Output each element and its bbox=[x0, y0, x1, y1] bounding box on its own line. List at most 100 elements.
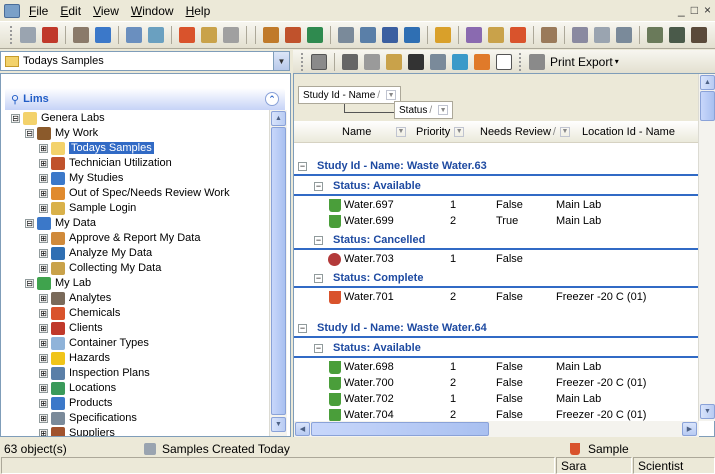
tube-icon[interactable] bbox=[616, 27, 632, 43]
toolbar-grip[interactable] bbox=[519, 52, 522, 71]
chevron-down-icon[interactable]: ▾ bbox=[615, 57, 619, 66]
window-icon[interactable] bbox=[404, 27, 420, 43]
beaker-icon[interactable] bbox=[669, 27, 685, 43]
column-name-filter[interactable]: ▼ bbox=[392, 126, 406, 137]
tree-item[interactable]: ⊞ Analyze My Data bbox=[39, 245, 152, 261]
tree-item[interactable]: ⊞ Chemicals bbox=[39, 305, 120, 321]
paste-icon[interactable] bbox=[386, 53, 402, 70]
chevron-down-icon[interactable]: ▼ bbox=[438, 105, 449, 115]
grid-horizontal-scrollbar[interactable]: ◀ ▶ bbox=[294, 421, 699, 437]
menu-window[interactable]: Window bbox=[125, 4, 180, 18]
sample-icon[interactable] bbox=[510, 27, 526, 43]
collapse-group-icon[interactable]: − bbox=[314, 273, 323, 283]
wizard-icon[interactable] bbox=[201, 27, 217, 43]
print-icon[interactable] bbox=[529, 53, 545, 70]
column-name[interactable]: Name bbox=[342, 126, 371, 138]
tree-item[interactable]: ⊞ Out of Spec/Needs Review Work bbox=[39, 185, 230, 201]
tree-expander-icon[interactable]: ⊞ bbox=[39, 173, 48, 183]
home-icon[interactable] bbox=[307, 27, 323, 43]
tree-expander-icon[interactable]: ⊞ bbox=[39, 323, 48, 333]
close-button[interactable]: × bbox=[704, 3, 711, 17]
tools-icon[interactable] bbox=[179, 27, 195, 43]
bottle-icon[interactable] bbox=[691, 27, 707, 43]
scroll-thumb[interactable] bbox=[700, 91, 715, 121]
monitor-icon[interactable] bbox=[382, 27, 398, 43]
tree-item[interactable]: ⊞ Todays Samples bbox=[39, 140, 154, 156]
cut-icon[interactable] bbox=[342, 53, 358, 70]
tree-expander-icon[interactable]: ⊟ bbox=[11, 113, 20, 123]
user-icon[interactable] bbox=[285, 27, 301, 43]
status-group-header[interactable]: − Status: Available bbox=[294, 340, 699, 358]
tile-view-icon[interactable] bbox=[496, 53, 512, 70]
tree-item[interactable]: ⊞ Technician Utilization bbox=[39, 155, 172, 171]
table-row[interactable]: Water.700 2 False Freezer -20 C (01) bbox=[294, 376, 699, 392]
tree-item[interactable]: ⊞ Analytes bbox=[39, 290, 111, 306]
scroll-up-icon[interactable]: ▲ bbox=[271, 111, 286, 126]
scroll-thumb[interactable] bbox=[271, 127, 286, 415]
menu-help[interactable]: Help bbox=[180, 4, 217, 18]
tree-item[interactable]: ⊞ Sample Login bbox=[39, 200, 136, 216]
tree-expander-icon[interactable]: ⊞ bbox=[39, 248, 48, 258]
collapse-group-icon[interactable]: − bbox=[298, 323, 307, 333]
chevron-down-icon[interactable]: ▼ bbox=[454, 126, 465, 137]
tree-item[interactable]: ⊞ Collecting My Data bbox=[39, 260, 161, 276]
tree-expander-icon[interactable]: ⊞ bbox=[39, 263, 48, 273]
chevron-down-icon[interactable]: ▼ bbox=[386, 90, 397, 100]
tree-expander-icon[interactable]: ⊞ bbox=[39, 188, 48, 198]
tree-item[interactable]: ⊟ My Work bbox=[25, 125, 98, 141]
print-icon[interactable] bbox=[223, 27, 239, 43]
tree-expander-icon[interactable]: ⊞ bbox=[39, 353, 48, 363]
collapse-group-icon[interactable]: − bbox=[298, 161, 307, 171]
table-row[interactable]: Water.699 2 True Main Lab bbox=[294, 214, 699, 230]
collapse-group-icon[interactable]: − bbox=[314, 343, 323, 353]
tree-item[interactable]: ⊞ My Studies bbox=[39, 170, 123, 186]
report-icon[interactable] bbox=[338, 27, 354, 43]
menu-edit[interactable]: Edit bbox=[54, 4, 87, 18]
rack-icon[interactable] bbox=[647, 27, 663, 43]
table-row[interactable]: Water.703 1 False bbox=[294, 252, 699, 268]
location-combobox[interactable]: Todays Samples ▼ bbox=[0, 51, 290, 71]
lims-panel-header[interactable]: ⚲ Lims ⌃ bbox=[5, 88, 285, 110]
table-row[interactable]: Water.704 2 False Freezer -20 C (01) bbox=[294, 408, 699, 422]
properties-icon[interactable] bbox=[430, 53, 446, 70]
group-by-status[interactable]: Status / ▼ bbox=[394, 101, 454, 119]
scroll-down-icon[interactable]: ▼ bbox=[271, 417, 286, 432]
study-group-header[interactable]: − Study Id - Name: Waste Water.63 bbox=[294, 158, 699, 176]
collapse-group-icon[interactable]: − bbox=[314, 235, 323, 245]
print-export-button[interactable]: Print Export bbox=[550, 55, 613, 69]
tree-expander-icon[interactable]: ⊞ bbox=[39, 293, 48, 303]
column-location[interactable]: Location Id - Name bbox=[582, 126, 675, 138]
menu-file[interactable]: File bbox=[23, 4, 54, 18]
group-by-study[interactable]: Study Id - Name / ▼ bbox=[298, 86, 402, 104]
table-row[interactable]: Water.701 2 False Freezer -20 C (01) bbox=[294, 290, 699, 306]
status-group-header[interactable]: − Status: Cancelled bbox=[294, 232, 699, 250]
grid-view-icon[interactable] bbox=[474, 53, 490, 70]
restore-button[interactable]: □ bbox=[691, 3, 698, 17]
tree-item[interactable]: ⊞ Hazards bbox=[39, 350, 110, 366]
tree-item[interactable]: ⊟ My Lab bbox=[25, 275, 91, 291]
tree-expander-icon[interactable]: ⊞ bbox=[39, 308, 48, 318]
app-icon[interactable] bbox=[4, 3, 20, 18]
grid-vertical-scrollbar[interactable]: ▲ ▼ bbox=[698, 74, 715, 421]
refresh-icon[interactable] bbox=[452, 53, 468, 70]
scroll-right-icon[interactable]: ▶ bbox=[682, 422, 697, 436]
bag-icon[interactable] bbox=[488, 27, 504, 43]
minimize-button[interactable]: _ bbox=[678, 3, 685, 17]
grid-icon[interactable] bbox=[541, 27, 557, 43]
tree-item[interactable]: ⊞ Clients bbox=[39, 320, 103, 336]
link-icon[interactable] bbox=[572, 27, 588, 43]
tree-item[interactable]: ⊟ My Data bbox=[25, 215, 96, 231]
tree-item[interactable]: ⊞ Locations bbox=[39, 380, 116, 396]
tree-expander-icon[interactable]: ⊞ bbox=[39, 338, 48, 348]
column-needs-review[interactable]: Needs Review / ▼ bbox=[480, 126, 570, 138]
table-row[interactable]: Water.698 1 False Main Lab bbox=[294, 360, 699, 376]
table-row[interactable]: Water.697 1 False Main Lab bbox=[294, 198, 699, 214]
collapse-icon[interactable]: ⌃ bbox=[265, 92, 279, 106]
chart-icon[interactable] bbox=[360, 27, 376, 43]
save-icon[interactable] bbox=[95, 27, 111, 43]
copy-icon[interactable] bbox=[364, 53, 380, 70]
tree-item[interactable]: ⊞ Approve & Report My Data bbox=[39, 230, 200, 246]
delete-x-icon[interactable] bbox=[408, 53, 424, 70]
tree-expander-icon[interactable]: ⊞ bbox=[39, 413, 48, 423]
tree-expander-icon[interactable]: ⊞ bbox=[39, 398, 48, 408]
